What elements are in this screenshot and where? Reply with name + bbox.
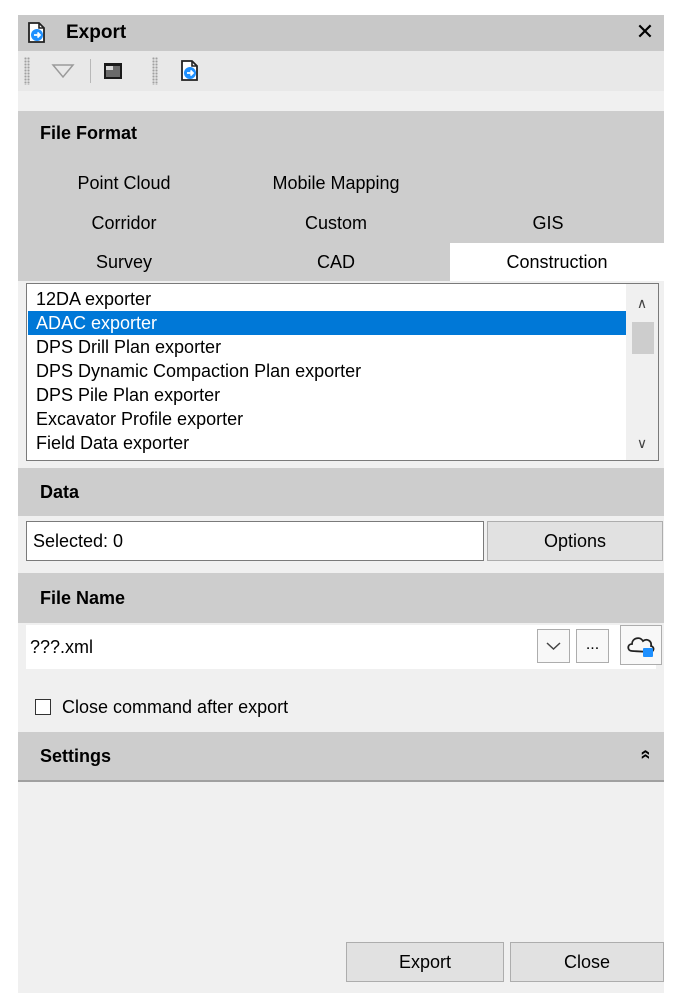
close-icon[interactable]: ✕ xyxy=(634,20,656,44)
close-after-export-checkbox[interactable] xyxy=(35,699,51,715)
file-name-section-header: File Name xyxy=(18,573,664,623)
list-item[interactable]: Excavator Profile exporter xyxy=(28,407,628,431)
tab-gis[interactable]: GIS xyxy=(442,204,654,242)
cloud-icon xyxy=(627,637,655,657)
tab-cad[interactable]: CAD xyxy=(230,243,442,281)
file-format-section: File Format Point Cloud Mobile Mapping C… xyxy=(18,111,664,281)
list-item[interactable]: DPS Drill Plan exporter xyxy=(28,335,628,359)
export-button[interactable]: Export xyxy=(346,942,504,982)
cloud-button[interactable] xyxy=(620,625,662,665)
file-name-input[interactable]: ???.xml xyxy=(30,635,93,659)
tab-mobile-mapping[interactable]: Mobile Mapping xyxy=(230,164,442,202)
export-icon[interactable] xyxy=(176,59,202,83)
tab-construction[interactable]: Construction xyxy=(450,243,664,281)
filter-icon[interactable] xyxy=(50,59,76,83)
scroll-thumb[interactable] xyxy=(632,322,654,354)
toolbar-grip[interactable] xyxy=(152,57,158,85)
scroll-down-icon[interactable]: ∨ xyxy=(626,430,658,456)
options-button[interactable]: Options xyxy=(487,521,663,561)
exporter-list[interactable]: 12DA exporter ADAC exporter DPS Drill Pl… xyxy=(26,283,659,461)
list-scrollbar[interactable]: ∧ ∨ xyxy=(626,284,658,460)
toolbar-grip[interactable] xyxy=(24,57,30,85)
list-item[interactable]: 12DA exporter xyxy=(28,287,628,311)
toolbar xyxy=(18,51,664,91)
file-name-dropdown[interactable] xyxy=(537,629,570,663)
file-format-heading: File Format xyxy=(40,123,138,143)
tab-corridor[interactable]: Corridor xyxy=(18,204,230,242)
list-item[interactable]: DPS Dynamic Compaction Plan exporter xyxy=(28,359,628,383)
settings-heading: Settings xyxy=(40,746,112,766)
selected-count-field: Selected: 0 xyxy=(26,521,484,561)
browse-button[interactable]: ... xyxy=(576,629,609,663)
console-icon[interactable] xyxy=(100,59,126,83)
list-item-selected[interactable]: ADAC exporter xyxy=(28,311,628,335)
scroll-up-icon[interactable]: ∧ xyxy=(626,290,658,316)
export-icon xyxy=(28,22,45,43)
file-name-heading: File Name xyxy=(40,588,126,608)
data-heading: Data xyxy=(40,482,80,502)
tab-custom[interactable]: Custom xyxy=(230,204,442,242)
window-title: Export xyxy=(66,22,127,43)
tab-point-cloud[interactable]: Point Cloud xyxy=(18,164,230,202)
data-section-header: Data xyxy=(18,468,664,516)
close-button[interactable]: Close xyxy=(510,942,664,982)
tab-survey[interactable]: Survey xyxy=(18,243,230,281)
close-after-export-label: Close command after export xyxy=(62,697,289,717)
settings-section-header[interactable]: Settings » xyxy=(18,732,664,782)
collapse-icon[interactable]: » xyxy=(634,749,655,759)
title-bar: Export ✕ xyxy=(18,15,664,51)
list-item[interactable]: DPS Pile Plan exporter xyxy=(28,383,628,407)
list-item[interactable]: Field Data exporter xyxy=(28,431,628,455)
export-panel: Export ✕ File Format Point Cloud Mobile … xyxy=(18,15,664,993)
toolbar-separator xyxy=(90,59,91,83)
chevron-down-icon xyxy=(546,642,561,651)
